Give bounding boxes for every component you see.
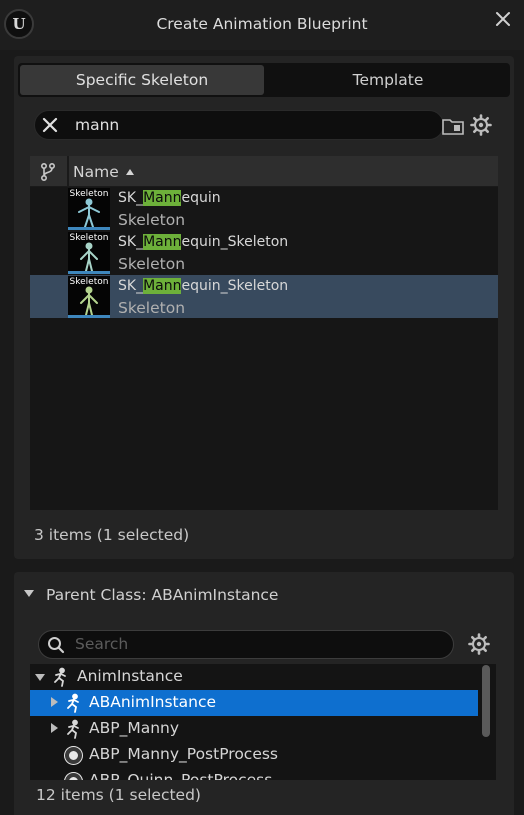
anim-running-man-icon — [67, 693, 79, 713]
folder-icon[interactable] — [442, 116, 464, 136]
close-icon[interactable] — [494, 10, 512, 28]
gear-icon[interactable] — [468, 633, 490, 655]
tree-item-abp-manny[interactable]: ABP_Manny — [30, 716, 478, 742]
skeleton-figure-icon — [78, 198, 100, 227]
search-placeholder: Search — [75, 635, 129, 653]
tree-item-label: ABP_Manny — [89, 719, 180, 737]
expand-arrow-icon[interactable] — [51, 723, 58, 733]
branch-icon[interactable] — [38, 162, 58, 182]
tree-item-label: AnimInstance — [77, 667, 183, 685]
list-header: Name — [30, 156, 498, 187]
search-icon — [48, 637, 65, 654]
skeleton-figure-icon — [80, 242, 98, 271]
asset-name: SK_Mannequin — [118, 190, 221, 206]
asset-name: SK_Mannequin_Skeleton — [118, 234, 289, 250]
scrollbar-thumb[interactable] — [482, 665, 490, 737]
tab-bar: Specific Skeleton Template — [18, 63, 510, 97]
parent-class-header[interactable]: Parent Class: ABAnimInstance — [24, 586, 278, 604]
asset-name: SK_Mannequin_Skeleton — [118, 278, 289, 294]
tree-item-abaniminstance[interactable]: ABAnimInstance — [30, 690, 478, 716]
anim-running-man-icon — [67, 719, 79, 739]
skeleton-search-input[interactable]: mann — [34, 110, 444, 140]
window-title: Create Animation Blueprint — [156, 15, 368, 33]
gear-icon[interactable] — [470, 114, 492, 136]
tree-item-animinstance[interactable]: AnimInstance — [30, 664, 478, 690]
circle-icon — [65, 773, 82, 780]
tree-item-abp-manny-postprocess[interactable]: ABP_Manny_PostProcess — [30, 742, 478, 768]
expand-arrow-icon[interactable] — [51, 697, 58, 707]
skeleton-thumbnail: Skeleton — [68, 188, 110, 230]
search-value: mann — [75, 116, 120, 134]
skeleton-thumbnail: Skeleton — [68, 276, 110, 318]
items-count: 3 items (1 selected) — [34, 526, 190, 544]
tree-item-label: ABAnimInstance — [89, 693, 216, 711]
circle-icon — [65, 747, 82, 764]
list-item-selected[interactable]: Skeleton SK_Mannequin_Skeleton Skeleton — [30, 275, 498, 318]
parent-class-panel: Parent Class: ABAnimInstance Search Anim… — [14, 572, 514, 815]
column-separator — [67, 156, 69, 187]
class-search-input[interactable]: Search — [38, 630, 454, 659]
list-item[interactable]: Skeleton SK_Mannequin_Skeleton Skeleton — [30, 231, 498, 274]
items-count: 12 items (1 selected) — [36, 786, 201, 804]
tab-specific-skeleton[interactable]: Specific Skeleton — [20, 65, 264, 95]
collapse-triangle-icon[interactable] — [24, 590, 34, 597]
asset-type: Skeleton — [118, 211, 186, 229]
skeleton-thumbnail: Skeleton — [68, 232, 110, 274]
column-header-name[interactable]: Name — [73, 163, 119, 181]
asset-type: Skeleton — [118, 255, 186, 273]
tree-item-label: ABP_Manny_PostProcess — [89, 745, 279, 763]
clear-x-icon[interactable] — [41, 116, 59, 134]
tree-item-abp-quinn-postprocess[interactable]: ABP_Quinn_PostProcess — [30, 768, 478, 780]
tree-item-label: ABP_Quinn_PostProcess — [89, 771, 273, 780]
class-tree: AnimInstance ABAnimInstance ABP_Manny AB… — [30, 664, 496, 780]
asset-list: Name Skeleton SK_Mannequin Skeleton Skel… — [30, 156, 498, 510]
tab-template[interactable]: Template — [268, 65, 508, 95]
asset-type: Skeleton — [118, 299, 186, 317]
list-item[interactable]: Skeleton SK_Mannequin Skeleton — [30, 187, 498, 230]
expand-arrow-icon[interactable] — [35, 674, 45, 681]
title-bar: U Create Animation Blueprint — [0, 0, 524, 50]
skeleton-figure-icon — [80, 286, 98, 315]
sort-ascending-icon[interactable] — [126, 169, 134, 175]
anim-running-man-icon — [54, 667, 66, 687]
skeleton-panel: Specific Skeleton Template mann Name Ske… — [14, 56, 514, 559]
